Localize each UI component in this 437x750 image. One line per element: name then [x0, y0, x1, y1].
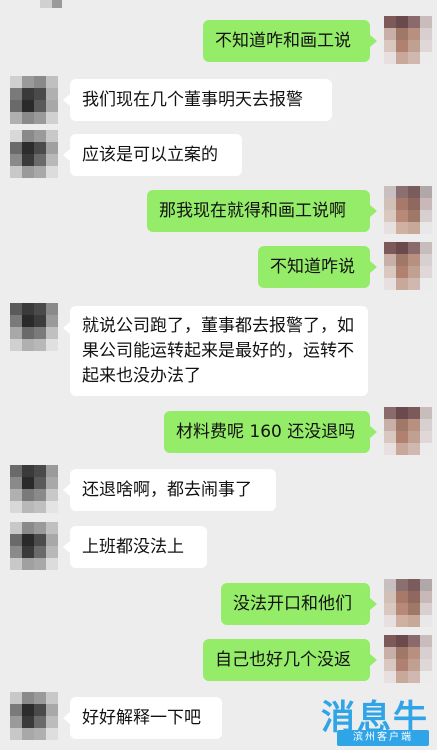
watermark-logo: 消息牛 滨州客户端	[297, 690, 429, 746]
avatar-other[interactable]	[10, 130, 58, 178]
message-bubble[interactable]: 还退啥啊，都去闹事了	[70, 469, 276, 511]
avatar-self[interactable]	[384, 407, 432, 455]
avatar-other[interactable]	[10, 76, 58, 124]
message-bubble[interactable]: 材料费呢 160 还没退吗	[164, 411, 370, 453]
avatar-other[interactable]	[10, 522, 58, 570]
message-bubble[interactable]: 我们现在几个董事明天去报警	[70, 79, 332, 121]
message-bubble[interactable]: 没法开口和他们	[221, 583, 370, 625]
message-bubble[interactable]: 上班都没法上	[70, 526, 207, 568]
watermark-subtitle: 滨州客户端	[337, 730, 429, 746]
message-bubble[interactable]: 不知道咋和画工说	[203, 20, 370, 62]
avatar-other[interactable]	[10, 303, 58, 351]
message-bubble[interactable]: 就说公司跑了，董事都去报警了，如果公司能运转起来是最好的，运转不起来也没办法了	[70, 306, 368, 396]
message-bubble[interactable]: 不知道咋说	[258, 246, 370, 288]
avatar-self[interactable]	[384, 242, 432, 290]
message-bubble[interactable]: 自己也好几个没返	[203, 639, 370, 681]
chat-area: 不知道咋和画工说 我们现在几个董事明天去报警 应该是可以立案的 那我现在就得和画…	[0, 0, 437, 750]
avatar-self[interactable]	[384, 635, 432, 683]
message-bubble[interactable]: 那我现在就得和画工说啊	[147, 190, 370, 232]
avatar-other[interactable]	[10, 465, 58, 513]
message-bubble[interactable]: 好好解释一下吧	[70, 697, 222, 739]
avatar-self[interactable]	[384, 579, 432, 627]
avatar-other[interactable]	[10, 692, 58, 740]
avatar-self[interactable]	[384, 16, 432, 64]
message-bubble[interactable]: 应该是可以立案的	[70, 134, 242, 176]
top-cropped-avatar	[0, 0, 437, 10]
avatar-self[interactable]	[384, 186, 432, 234]
